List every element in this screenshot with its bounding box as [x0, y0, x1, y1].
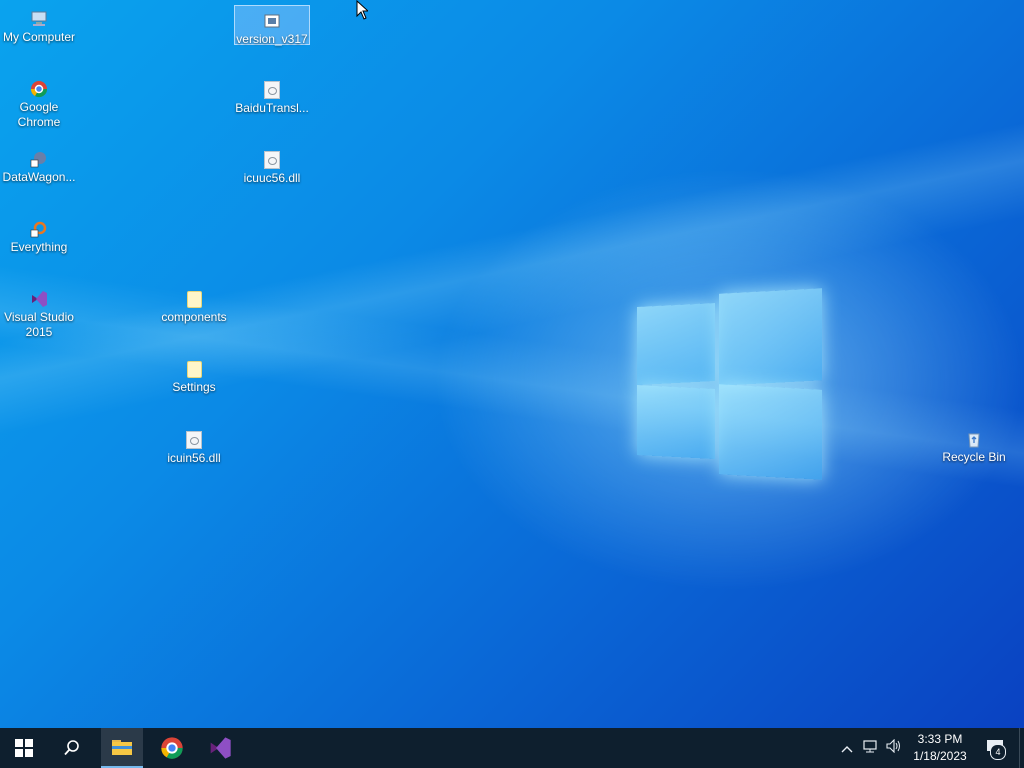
icon-label: components: [161, 310, 227, 324]
search-button[interactable]: [48, 728, 96, 768]
icon-label: icuuc56.dll: [243, 171, 301, 185]
taskbar: 3:33 PM 1/18/2023 4: [0, 728, 1024, 768]
desktop-icon-datawagon[interactable]: DataWagon...: [0, 144, 78, 185]
desktop-icon-recycle-bin[interactable]: Recycle Bin: [935, 424, 1013, 465]
desktop-icon-components[interactable]: components: [155, 284, 233, 325]
clock-date: 1/18/2023: [913, 749, 967, 763]
desktop-icon-version-v317[interactable]: version_v317: [234, 5, 310, 46]
visual-studio-icon: [210, 737, 231, 759]
taskbar-visual-studio[interactable]: [196, 728, 244, 768]
datawagon-icon: [30, 150, 48, 168]
chevron-up-icon[interactable]: [837, 738, 857, 758]
chrome-icon: [161, 737, 183, 759]
icon-label: Visual Studio 2015: [4, 310, 74, 339]
icon-label: icuin56.dll: [167, 451, 221, 465]
dll-file-icon: [186, 431, 202, 449]
action-center-button[interactable]: 4: [976, 728, 1016, 768]
light-beam: [0, 0, 1024, 728]
desktop-icon-icuuc56-dll[interactable]: icuuc56.dll: [233, 144, 311, 186]
icon-label: Settings: [172, 380, 216, 394]
executable-icon: [263, 12, 281, 30]
icon-label: BaiduTransl...: [235, 101, 309, 115]
windows-logo: [632, 285, 827, 485]
dll-file-icon: [264, 151, 280, 169]
desktop-icon-baidutransl[interactable]: BaiduTransl...: [233, 74, 311, 116]
icon-label: Google Chrome: [17, 100, 61, 129]
search-icon: [64, 740, 79, 756]
recycle-bin-icon: [965, 430, 983, 448]
icon-label: My Computer: [2, 30, 76, 44]
notification-count-badge: 4: [990, 744, 1006, 760]
taskbar-chrome[interactable]: [148, 728, 196, 768]
file-explorer-icon: [112, 740, 132, 755]
clock[interactable]: 3:33 PM 1/18/2023: [900, 731, 980, 765]
icon-label: DataWagon...: [2, 170, 76, 184]
desktop-icon-everything[interactable]: Everything: [0, 214, 78, 255]
start-icon: [15, 739, 33, 757]
visual-studio-icon: [30, 290, 48, 308]
desktop-icon-settings[interactable]: Settings: [155, 354, 233, 395]
everything-search-icon: [30, 220, 48, 238]
file-icon: [186, 291, 202, 308]
clock-time: 3:33 PM: [917, 732, 963, 746]
dll-file-icon: [264, 81, 280, 99]
icon-label: Recycle Bin: [942, 450, 1006, 464]
file-icon: [186, 361, 202, 378]
desktop-icon-visual-studio[interactable]: Visual Studio 2015: [0, 284, 78, 340]
desktop-icon-my-computer[interactable]: My Computer: [0, 4, 78, 45]
start-button[interactable]: [0, 728, 48, 768]
show-desktop-button[interactable]: [1019, 728, 1024, 768]
icon-label: version_v317: [236, 32, 308, 46]
desktop[interactable]: My Computer Google Chrome DataWagon... E…: [0, 0, 1024, 728]
computer-icon: [30, 10, 48, 28]
taskbar-file-explorer[interactable]: [101, 728, 143, 768]
desktop-icon-google-chrome[interactable]: Google Chrome: [0, 74, 78, 130]
chrome-icon: [30, 80, 48, 98]
network-icon[interactable]: [861, 738, 881, 758]
icon-label: Everything: [10, 240, 68, 254]
mouse-cursor: [356, 0, 368, 20]
desktop-icon-icuin56-dll[interactable]: icuin56.dll: [155, 424, 233, 466]
